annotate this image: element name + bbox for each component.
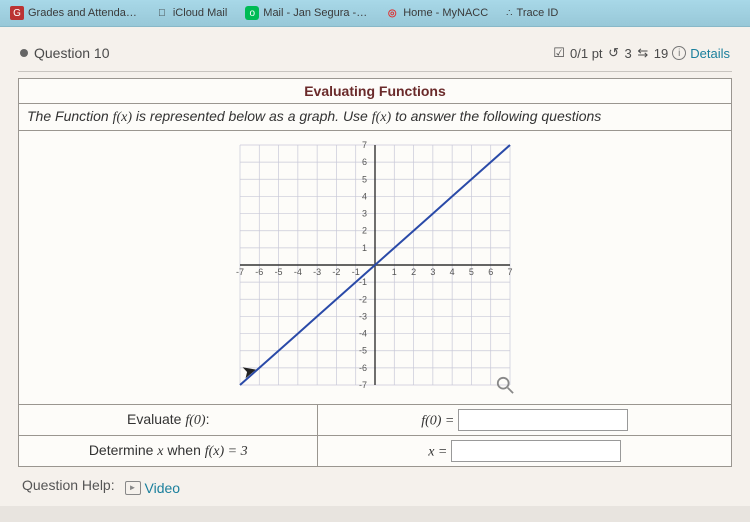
instr-text: to answer the following questions — [391, 108, 601, 124]
label-text: Evaluate — [127, 411, 185, 427]
svg-text:-4: -4 — [359, 329, 367, 339]
answer-label: Determine x when f(x) = 3 — [19, 436, 318, 467]
question-number: Question 10 — [34, 45, 110, 61]
retry-icon: ↺ — [607, 46, 621, 60]
bookmark-trace[interactable]: ∴ Trace ID — [506, 6, 558, 20]
svg-text:-7: -7 — [359, 380, 367, 390]
instr-text: The Function — [27, 108, 113, 124]
help-label: Question Help: — [22, 477, 115, 493]
instructions: The Function f(x) is represented below a… — [19, 104, 732, 131]
answer-input-f0[interactable] — [458, 409, 628, 431]
attempts-left: 3 — [625, 46, 632, 61]
svg-text:3: 3 — [362, 209, 367, 219]
info-icon[interactable]: i — [672, 46, 686, 60]
svg-text:-4: -4 — [294, 267, 302, 277]
label-text: : — [206, 411, 210, 427]
video-icon: ► — [125, 481, 141, 495]
fx-symbol: f(0) — [185, 413, 205, 428]
answer-input-x[interactable] — [451, 440, 621, 462]
check-icon: ☑ — [552, 46, 566, 60]
svg-text:-1: -1 — [352, 267, 360, 277]
svg-text:1: 1 — [392, 267, 397, 277]
fx-symbol: f(0) = — [421, 414, 454, 429]
fx-symbol: f(x) — [113, 110, 132, 125]
svg-text:-5: -5 — [359, 346, 367, 356]
svg-text:7: 7 — [507, 267, 512, 277]
zoom-icon[interactable] — [496, 376, 514, 394]
svg-text:4: 4 — [450, 267, 455, 277]
cycle-icon: ⇆ — [636, 46, 650, 60]
retries-left: 19 — [654, 46, 668, 61]
video-label: Video — [145, 480, 181, 496]
svg-text:2: 2 — [362, 226, 367, 236]
page-content: Question 10 ☑ 0/1 pt ↺ 3 ⇆ 19 i Details … — [0, 27, 750, 506]
svg-text:-5: -5 — [275, 267, 283, 277]
fx-symbol: f(x) = 3 — [205, 444, 248, 459]
bookmark-label: Mail - Jan Segura -… — [263, 7, 367, 19]
bookmark-label: Grades and Attenda… — [28, 7, 137, 19]
answer-input-cell: f(0) = — [318, 405, 732, 436]
answer-row-2: Determine x when f(x) = 3 x = — [19, 436, 732, 467]
graph-wrap: -7-6-5-4-3-2-11234567-7-6-5-4-3-2-112345… — [230, 135, 520, 400]
svg-text:3: 3 — [430, 267, 435, 277]
bookmark-label: Home - MyNACC — [403, 7, 488, 19]
question-status-dot — [20, 49, 28, 57]
apple-icon:  — [155, 6, 169, 20]
svg-text:-3: -3 — [359, 311, 367, 321]
fx-symbol: f(x) — [372, 110, 391, 125]
svg-text:-6: -6 — [255, 267, 263, 277]
answer-row-1: Evaluate f(0): f(0) = — [19, 405, 732, 436]
svg-text:6: 6 — [362, 157, 367, 167]
score-text: 0/1 pt — [570, 46, 603, 61]
svg-text:-7: -7 — [236, 267, 244, 277]
bookmark-mynacc[interactable]: ◎ Home - MyNACC — [385, 6, 488, 20]
svg-text:1: 1 — [362, 243, 367, 253]
bookmark-icloud[interactable]:  iCloud Mail — [155, 6, 227, 20]
card-title: Evaluating Functions — [19, 79, 732, 104]
svg-text:5: 5 — [469, 267, 474, 277]
answer-label: Evaluate f(0): — [19, 405, 318, 436]
svg-text:-3: -3 — [313, 267, 321, 277]
svg-text:-2: -2 — [359, 294, 367, 304]
browser-bookmark-bar: G Grades and Attenda…  iCloud Mail o Mail … — [0, 0, 750, 27]
svg-text:-2: -2 — [332, 267, 340, 277]
x-symbol: x = — [428, 445, 447, 460]
svg-text:-6: -6 — [359, 363, 367, 373]
answer-input-cell: x = — [318, 436, 732, 467]
outlook-icon: o — [245, 6, 259, 20]
home-icon: ◎ — [385, 6, 399, 20]
bookmark-mail[interactable]: o Mail - Jan Segura -… — [245, 6, 367, 20]
label-text: Determine — [89, 442, 157, 458]
svg-text:4: 4 — [362, 191, 367, 201]
video-link[interactable]: ► Video — [125, 480, 181, 496]
svg-text:7: 7 — [362, 140, 367, 150]
graph-cell: -7-6-5-4-3-2-11234567-7-6-5-4-3-2-112345… — [19, 131, 732, 405]
grades-icon: G — [10, 6, 24, 20]
question-header: Question 10 ☑ 0/1 pt ↺ 3 ⇆ 19 i Details — [18, 41, 732, 72]
function-graph[interactable]: -7-6-5-4-3-2-11234567-7-6-5-4-3-2-112345… — [230, 135, 520, 395]
svg-text:5: 5 — [362, 174, 367, 184]
instr-text: is represented below as a graph. Use — [132, 108, 372, 124]
label-text: when — [164, 442, 205, 458]
trace-icon: ∴ — [506, 6, 512, 20]
svg-text:6: 6 — [488, 267, 493, 277]
bookmark-label: iCloud Mail — [173, 7, 227, 19]
svg-text:2: 2 — [411, 267, 416, 277]
details-link[interactable]: Details — [690, 46, 730, 61]
bookmark-grades[interactable]: G Grades and Attenda… — [10, 6, 137, 20]
bookmark-label: Trace ID — [517, 7, 559, 19]
question-card: Evaluating Functions The Function f(x) i… — [18, 78, 732, 467]
question-help: Question Help: ► Video — [18, 467, 732, 506]
